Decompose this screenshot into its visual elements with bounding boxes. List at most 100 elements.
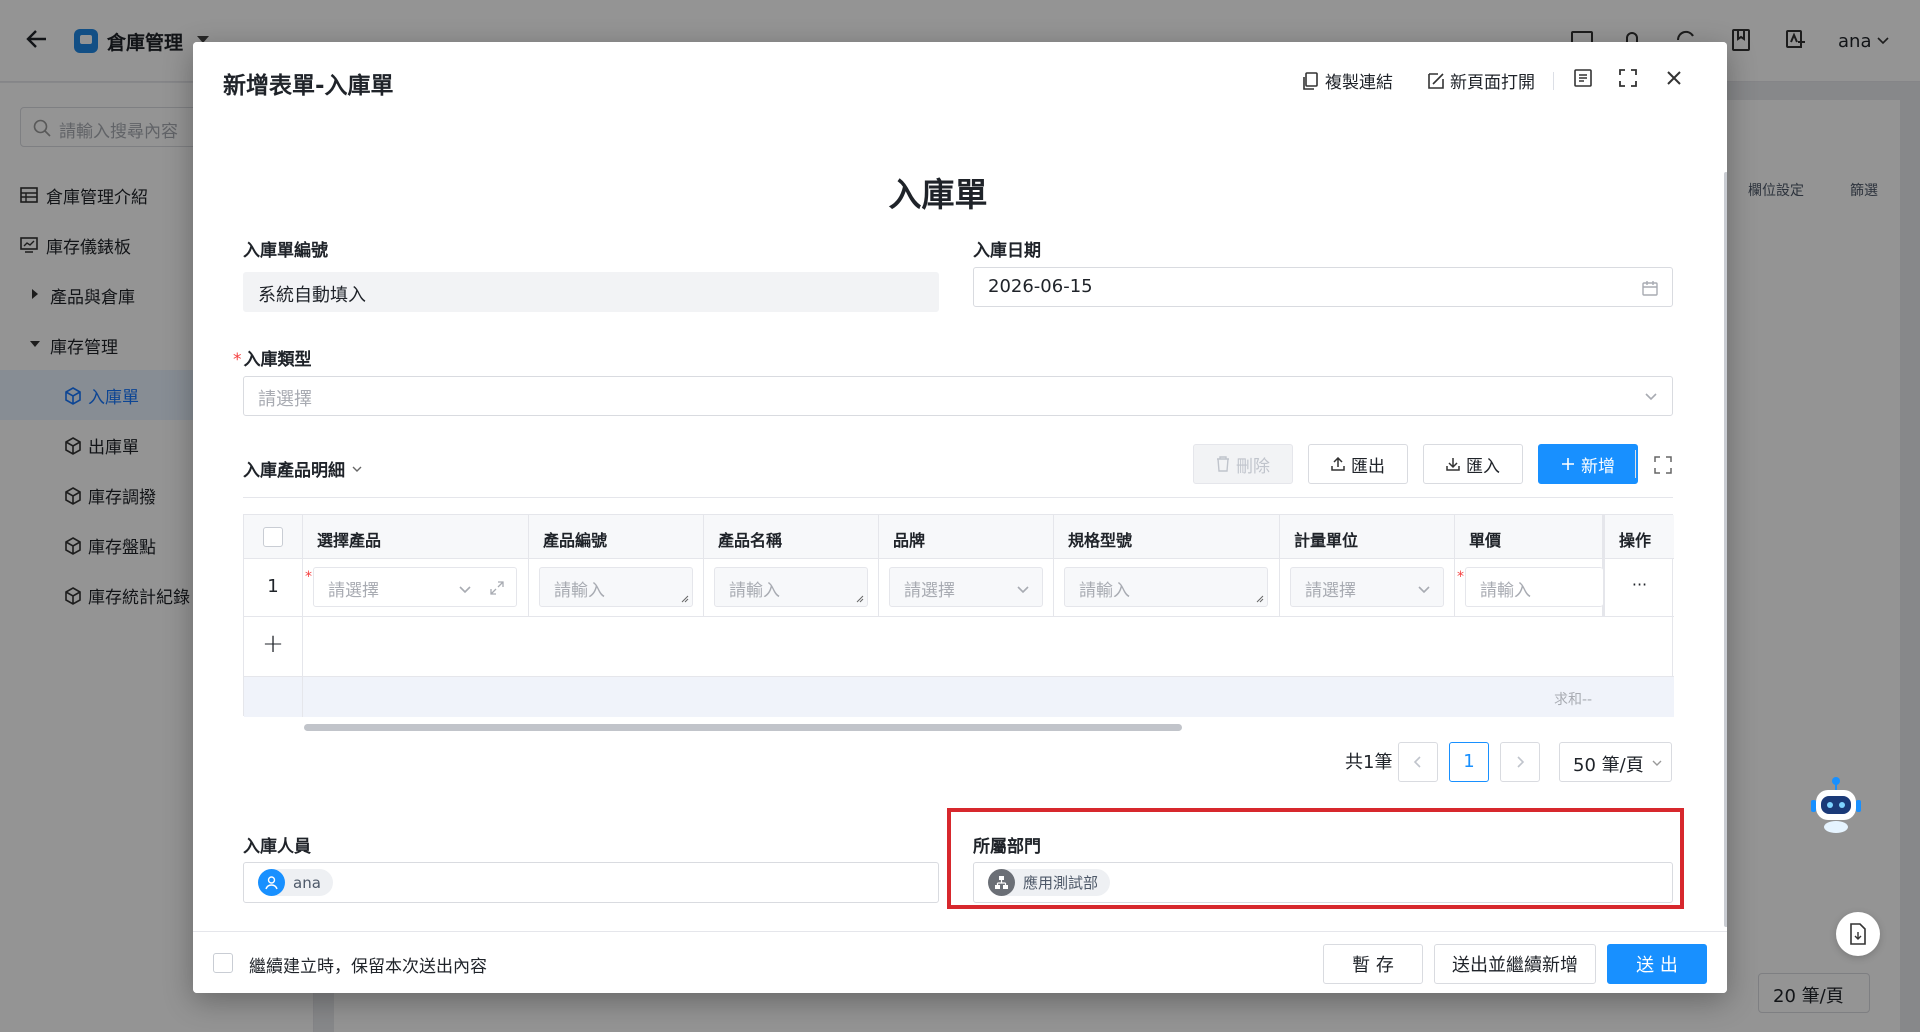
section-divider xyxy=(243,497,1673,498)
close-icon[interactable] xyxy=(1664,68,1684,88)
product-select-cell: * 請選擇 xyxy=(303,559,529,617)
column-header[interactable]: 產品編號 xyxy=(529,515,704,559)
summary-row: 求和-- xyxy=(244,677,1674,717)
expand-table-icon[interactable] xyxy=(1654,456,1672,474)
import-label: 匯入 xyxy=(1466,456,1500,477)
chevron-down-icon xyxy=(1017,586,1029,594)
keep-content-checkbox[interactable] xyxy=(213,953,233,973)
user-tag: ana xyxy=(258,869,333,896)
modal-footer: 繼續建立時，保留本次送出內容 暫 存 送出並繼續新增 送 出 xyxy=(193,931,1727,993)
column-header[interactable]: 品牌 xyxy=(879,515,1054,559)
chevron-down-icon xyxy=(459,586,471,594)
import-button[interactable]: 匯入 xyxy=(1423,444,1523,484)
unit-price-cell: * 請輸入 xyxy=(1455,559,1603,617)
unit-placeholder: 請選擇 xyxy=(1305,581,1356,601)
brand-cell: 請選擇 xyxy=(879,559,1054,617)
chevron-right-icon xyxy=(1517,756,1525,768)
product-name-input[interactable]: 請輸入 xyxy=(714,567,868,607)
plus-icon xyxy=(1562,458,1574,470)
table-header-row: 選擇產品 產品編號 產品名稱 品牌 規格型號 計量單位 單價 操作 xyxy=(244,515,1674,559)
chevron-left-icon xyxy=(1413,756,1421,768)
receipt-type-select[interactable]: 請選擇 xyxy=(243,376,1673,416)
calendar-icon xyxy=(1642,281,1658,296)
floating-document-button[interactable] xyxy=(1836,912,1880,956)
column-header[interactable]: 計量單位 xyxy=(1280,515,1455,559)
page-size-value: 50 筆/頁 xyxy=(1573,755,1644,776)
pager-total: 共1筆 xyxy=(1345,752,1393,773)
spec-placeholder: 請輸入 xyxy=(1079,581,1130,601)
department-highlight-box xyxy=(947,808,1684,909)
header-divider xyxy=(1553,72,1554,90)
download-icon xyxy=(1446,458,1460,471)
export-button[interactable]: 匯出 xyxy=(1308,444,1408,484)
product-code-input[interactable]: 請輸入 xyxy=(539,567,693,607)
details-section-title[interactable]: 入庫產品明細 xyxy=(243,456,363,481)
copy-link-button[interactable]: 複製連結 xyxy=(1303,68,1393,93)
receiver-value: ana xyxy=(293,873,321,892)
unit-price-placeholder: 請輸入 xyxy=(1480,581,1531,601)
form-heading: 入庫單 xyxy=(888,175,988,214)
form-vertical-scrollbar[interactable] xyxy=(1724,172,1727,927)
table-horizontal-scrollbar[interactable] xyxy=(304,724,1182,731)
receipt-date-label: 入庫日期 xyxy=(973,241,1041,261)
pager-next-button[interactable] xyxy=(1500,742,1540,782)
spec-input[interactable]: 請輸入 xyxy=(1064,567,1268,607)
required-mark: * xyxy=(305,569,312,585)
submit-button[interactable]: 送 出 xyxy=(1607,944,1707,984)
trash-icon xyxy=(1217,456,1229,472)
outline-panel-icon[interactable] xyxy=(1573,68,1593,88)
column-header[interactable]: 產品名稱 xyxy=(704,515,879,559)
delete-rows-button[interactable]: 刪除 xyxy=(1193,444,1293,484)
receipt-type-placeholder: 請選擇 xyxy=(258,389,312,410)
modal-header: 新增表單-入庫單 複製連結 新頁面打開 xyxy=(193,42,1727,118)
unit-cell: 請選擇 xyxy=(1280,559,1455,617)
toolbar-divider xyxy=(1635,450,1636,478)
details-title-text: 入庫產品明細 xyxy=(243,461,345,481)
receipt-date-field[interactable]: 2026-06-15 xyxy=(973,267,1673,307)
select-all-checkbox[interactable] xyxy=(263,527,283,547)
select-all-cell xyxy=(244,515,303,559)
column-header[interactable]: 單價 xyxy=(1455,515,1603,559)
spec-cell: 請輸入 xyxy=(1054,559,1280,617)
column-header[interactable]: 規格型號 xyxy=(1054,515,1280,559)
brand-placeholder: 請選擇 xyxy=(904,581,955,601)
submit-and-continue-button[interactable]: 送出並繼續新增 xyxy=(1434,944,1596,984)
unit-price-input[interactable]: 請輸入 xyxy=(1465,567,1603,607)
pager-page-size-select[interactable]: 50 筆/頁 xyxy=(1559,742,1672,782)
user-icon xyxy=(265,876,278,890)
receipt-no-field: 系統自動填入 xyxy=(243,272,939,312)
receiver-label: 入庫人員 xyxy=(243,837,311,857)
expand-arrows-icon[interactable] xyxy=(490,581,504,595)
summary-index-cell xyxy=(244,677,303,717)
fullscreen-icon[interactable] xyxy=(1618,68,1638,88)
product-code-cell: 請輸入 xyxy=(529,559,704,617)
pager-page-1[interactable]: 1 xyxy=(1449,742,1489,782)
open-new-page-button[interactable]: 新頁面打開 xyxy=(1428,68,1535,93)
save-draft-button[interactable]: 暫 存 xyxy=(1323,944,1423,984)
receiver-field[interactable]: ana xyxy=(243,862,939,903)
resize-handle-icon xyxy=(681,595,689,603)
receipt-date-value: 2026-06-15 xyxy=(988,276,1093,297)
add-row-plus-button[interactable]: + xyxy=(244,617,303,677)
resize-handle-icon xyxy=(1256,595,1264,603)
assistant-robot-icon[interactable] xyxy=(1808,775,1864,837)
column-header[interactable]: 選擇產品 xyxy=(303,515,529,559)
product-name-placeholder: 請輸入 xyxy=(729,581,780,601)
delete-label: 刪除 xyxy=(1236,456,1270,477)
product-name-cell: 請輸入 xyxy=(704,559,879,617)
brand-select[interactable]: 請選擇 xyxy=(889,567,1043,607)
add-row-button[interactable]: 新增 xyxy=(1538,444,1638,484)
product-select[interactable]: 請選擇 xyxy=(313,567,517,607)
receipt-type-label-text: 入庫類型 xyxy=(243,350,312,370)
keep-content-label[interactable]: 繼續建立時，保留本次送出內容 xyxy=(249,952,487,977)
open-new-page-label: 新頁面打開 xyxy=(1450,73,1535,93)
row-more-button[interactable]: ··· xyxy=(1603,559,1674,617)
chevron-down-icon xyxy=(352,466,362,472)
add-label: 新增 xyxy=(1581,456,1615,477)
unit-select[interactable]: 請選擇 xyxy=(1290,567,1444,607)
pager-prev-button[interactable] xyxy=(1398,742,1438,782)
user-avatar xyxy=(258,869,285,896)
resize-handle-icon xyxy=(856,595,864,603)
copy-link-label: 複製連結 xyxy=(1325,73,1393,93)
document-icon xyxy=(1850,923,1866,945)
